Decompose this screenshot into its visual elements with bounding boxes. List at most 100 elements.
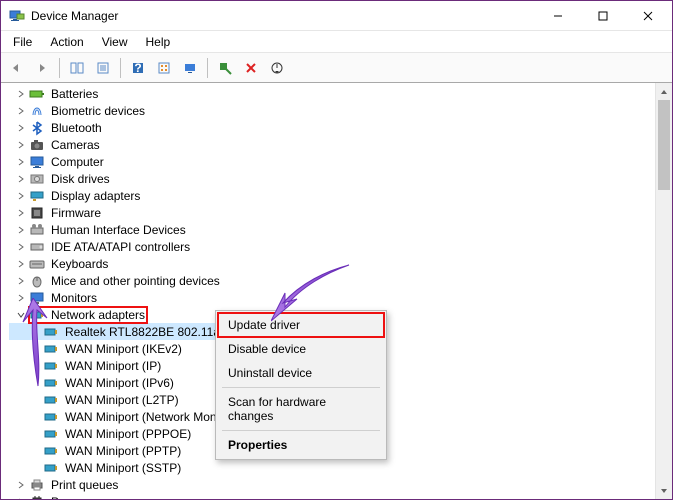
tree-label: Realtek RTL8822BE 802.11ac PCIe Adapter (63, 325, 216, 339)
tree-node-wan-netmon[interactable]: WAN Miniport (Network Monitor) (9, 408, 216, 425)
menu-action[interactable]: Action (42, 33, 91, 51)
chevron-right-icon[interactable] (15, 258, 27, 270)
chevron-right-icon[interactable] (15, 496, 27, 500)
chevron-right-icon[interactable] (15, 207, 27, 219)
ctx-uninstall-device[interactable]: Uninstall device (218, 361, 384, 385)
update-driver-button[interactable] (214, 57, 236, 79)
tree-node-keyboards[interactable]: Keyboards (9, 255, 655, 272)
chevron-right-icon[interactable] (15, 156, 27, 168)
chevron-right-icon[interactable] (15, 241, 27, 253)
tree-node-print-queues[interactable]: Print queues (9, 476, 655, 493)
ctx-separator (222, 430, 380, 431)
tree-node-monitors[interactable]: Monitors (9, 289, 655, 306)
scrollbar-thumb[interactable] (658, 100, 670, 190)
menu-view[interactable]: View (94, 33, 136, 51)
app-icon (9, 8, 25, 24)
menu-help[interactable]: Help (138, 33, 179, 51)
tree-label: Biometric devices (49, 104, 147, 118)
firmware-icon (29, 205, 45, 221)
tree-node-biometric[interactable]: Biometric devices (9, 102, 655, 119)
fingerprint-icon (29, 103, 45, 119)
ctx-update-driver[interactable]: Update driver (218, 313, 384, 337)
ctx-disable-device[interactable]: Disable device (218, 337, 384, 361)
tree-node-disk[interactable]: Disk drives (9, 170, 655, 187)
tree-label: IDE ATA/ATAPI controllers (49, 240, 192, 254)
menu-file[interactable]: File (5, 33, 40, 51)
monitor-icon (29, 290, 45, 306)
context-menu: Update driver Disable device Uninstall d… (215, 310, 387, 460)
network-adapter-icon (43, 426, 59, 442)
chevron-right-icon[interactable] (15, 105, 27, 117)
ctx-properties[interactable]: Properties (218, 433, 384, 457)
tree-node-wan-sstp[interactable]: WAN Miniport (SSTP) (9, 459, 655, 476)
tree-node-firmware[interactable]: Firmware (9, 204, 655, 221)
tree-label: Batteries (49, 87, 100, 101)
network-adapter-icon (43, 409, 59, 425)
uninstall-device-button[interactable] (240, 57, 262, 79)
tree-label: Display adapters (49, 189, 142, 203)
bluetooth-icon (29, 120, 45, 136)
network-adapter-icon (43, 375, 59, 391)
titlebar: Device Manager (1, 1, 672, 31)
mouse-icon (29, 273, 45, 289)
tree-node-processors[interactable]: Processors (9, 493, 655, 499)
scroll-down-button[interactable] (656, 482, 672, 499)
tree-node-display[interactable]: Display adapters (9, 187, 655, 204)
tree-label: Monitors (49, 291, 99, 305)
tree-node-bluetooth[interactable]: Bluetooth (9, 119, 655, 136)
computer-icon (29, 154, 45, 170)
back-button[interactable] (5, 57, 27, 79)
vertical-scrollbar[interactable] (655, 83, 672, 499)
scrollbar-track[interactable] (656, 100, 672, 482)
minimize-button[interactable] (535, 1, 580, 30)
chevron-right-icon[interactable] (15, 275, 27, 287)
chevron-right-icon[interactable] (15, 122, 27, 134)
window-title: Device Manager (31, 9, 535, 23)
close-button[interactable] (625, 1, 670, 30)
network-adapter-icon (43, 324, 59, 340)
forward-button[interactable] (31, 57, 53, 79)
tree-node-computer[interactable]: Computer (9, 153, 655, 170)
tree-label: Processors (49, 495, 113, 500)
tree-node-mice[interactable]: Mice and other pointing devices (9, 272, 655, 289)
network-adapter-icon (43, 460, 59, 476)
chevron-right-icon[interactable] (15, 190, 27, 202)
chevron-right-icon[interactable] (15, 479, 27, 491)
device-manager-window: Device Manager File Action View Help ? (0, 0, 673, 500)
properties-button[interactable] (92, 57, 114, 79)
tree-label: Cameras (49, 138, 102, 152)
display-adapter-icon (29, 188, 45, 204)
chevron-right-icon[interactable] (15, 139, 27, 151)
processor-icon (29, 494, 45, 500)
chevron-right-icon[interactable] (15, 88, 27, 100)
battery-icon (29, 86, 45, 102)
ctx-scan-hardware[interactable]: Scan for hardware changes (218, 390, 384, 428)
tree-node-ide[interactable]: IDE ATA/ATAPI controllers (9, 238, 655, 255)
action-button[interactable] (153, 57, 175, 79)
chevron-right-icon[interactable] (15, 292, 27, 304)
tree-node-hid[interactable]: Human Interface Devices (9, 221, 655, 238)
tree-label: Human Interface Devices (49, 223, 188, 237)
help-button[interactable]: ? (127, 57, 149, 79)
toolbar-separator (59, 58, 60, 78)
tree-label: WAN Miniport (Network Monitor) (63, 410, 216, 424)
tree-label: Print queues (49, 478, 120, 492)
show-hide-console-tree-button[interactable] (66, 57, 88, 79)
network-adapter-icon (43, 341, 59, 357)
chevron-right-icon[interactable] (15, 173, 27, 185)
ctx-separator (222, 387, 380, 388)
scan-hardware-button[interactable] (179, 57, 201, 79)
tree-node-batteries[interactable]: Batteries (9, 85, 655, 102)
disable-device-button[interactable] (266, 57, 288, 79)
chevron-right-icon[interactable] (15, 224, 27, 236)
tree-label: Mice and other pointing devices (49, 274, 222, 288)
tree-label: Computer (49, 155, 106, 169)
tree-label: Firmware (49, 206, 103, 220)
scroll-up-button[interactable] (656, 83, 672, 100)
tree-node-cameras[interactable]: Cameras (9, 136, 655, 153)
tree-label: Network adapters (49, 308, 147, 322)
tree-node-realtek-adapter[interactable]: Realtek RTL8822BE 802.11ac PCIe Adapter (9, 323, 216, 340)
maximize-button[interactable] (580, 1, 625, 30)
chevron-down-icon[interactable] (15, 309, 27, 321)
device-tree[interactable]: Batteries Biometric devices Bluetooth Ca… (1, 83, 655, 499)
